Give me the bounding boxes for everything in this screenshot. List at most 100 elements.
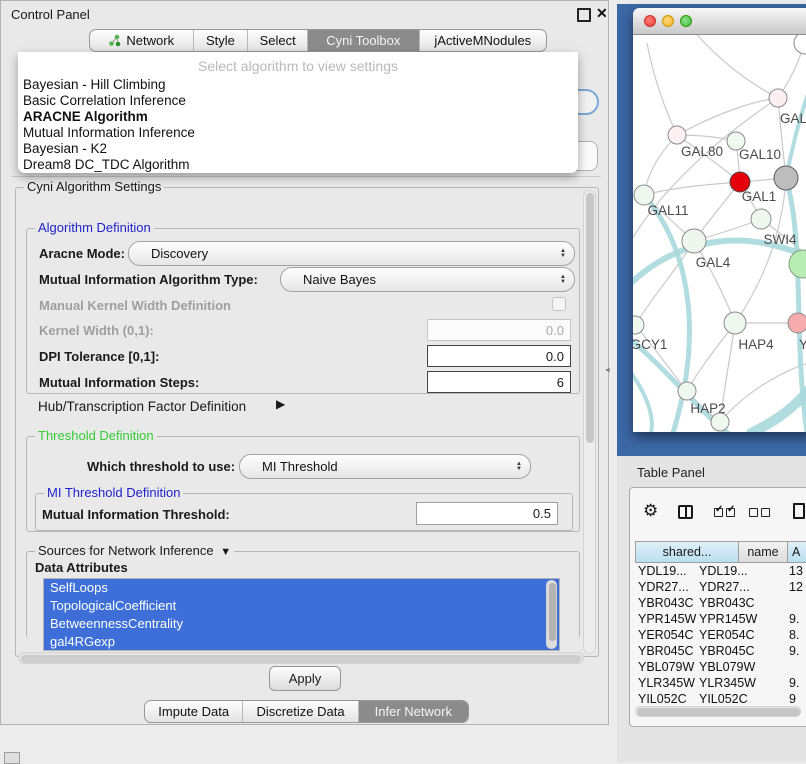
deselect-all-icon[interactable] [749,508,758,517]
sources-title[interactable]: Sources for Network Inference ▼ [35,543,234,558]
mi-type-combo[interactable]: Naive Bayes ▲▼ [280,267,575,292]
table-columns-icon[interactable] [678,505,693,519]
attributes-scrollbar-thumb[interactable] [549,583,556,641]
cyni-algorithm-settings-group: Cyni Algorithm Settings Algorithm Defini… [15,187,599,657]
close-window-icon[interactable]: ✕ [596,5,608,22]
data-attribute-item[interactable]: gal4RGexp [44,633,559,651]
network-window-titlebar[interactable] [633,8,806,35]
screen: { "colors": { "selection_blue": "#3e6fd8… [0,0,806,762]
select-all-icon-2[interactable]: ✓ [726,508,735,517]
which-threshold-combo[interactable]: MI Threshold ▲▼ [239,454,531,479]
network-node[interactable] [789,250,806,278]
algorithm-popup-item[interactable]: ARACNE Algorithm [18,109,578,125]
network-node[interactable] [794,35,806,54]
network-node-gal4[interactable] [682,229,706,253]
network-node-label: GAL80 [681,144,723,159]
table-cell: YLR345W [699,675,756,691]
mi-threshold-group-title: MI Threshold Definition [44,485,183,500]
attributes-vertical-scrollbar[interactable] [546,580,557,649]
settings-vertical-scrollbar[interactable] [583,190,596,654]
table-row[interactable]: YPR145WYPR145W9. [635,611,806,627]
data-attribute-item[interactable]: TopologicalCoefficient [44,597,559,615]
network-node-label: SWI4 [763,232,796,247]
deselect-all-icon-2[interactable] [761,508,770,517]
settings-vertical-scrollbar-thumb[interactable] [586,193,594,443]
network-view-window[interactable]: GALGAL80GAL10GAL1GAL11SWI4GAL4GCY1HAP4YH… [633,8,806,432]
table-row[interactable]: YBR045CYBR045C9. [635,643,806,659]
network-node-hap2[interactable] [678,382,696,400]
table-cell: YBL079W [699,659,755,675]
minimized-panel-icon[interactable] [4,752,20,764]
table-horizontal-scrollbar-thumb[interactable] [637,708,800,716]
mi-threshold-field[interactable]: 0.5 [416,502,558,525]
table-cell: YPR145W [699,611,757,627]
settings-horizontal-scrollbar[interactable] [18,652,584,664]
combo-stepper-icon: ▲▼ [552,268,574,291]
network-node[interactable] [774,166,798,190]
table-horizontal-scrollbar[interactable] [635,706,801,717]
algorithm-popup-item[interactable]: Basic Correlation Inference [18,93,578,109]
tab-jactivemnodules[interactable]: jActiveMNodules [420,30,546,51]
algorithm-popup-item[interactable]: Mutual Information Inference [18,125,578,141]
tab-impute-data[interactable]: Impute Data [145,701,243,722]
zoom-traffic-light[interactable] [680,15,692,27]
aracne-mode-combo[interactable]: Discovery ▲▼ [128,241,575,266]
table-row[interactable]: YBL079WYBL079W [635,659,806,675]
network-node-gal80[interactable] [668,126,686,144]
column-header-shared[interactable]: shared... [635,541,739,563]
network-tab-icon [108,34,121,47]
apply-button[interactable]: Apply [269,666,341,691]
hub-expand-icon[interactable]: ▶ [276,397,285,411]
algorithm-popup-item[interactable]: Dream8 DC_TDC Algorithm [18,157,578,173]
tab-select[interactable]: Select [248,30,308,51]
table-row[interactable]: YLR345WYLR345W9. [635,675,806,691]
tab-infer-network[interactable]: Infer Network [359,701,468,722]
table-row[interactable]: YBR043CYBR043C [635,595,806,611]
float-window-icon[interactable] [577,8,591,22]
panel-splitter-collapse-icon[interactable]: ◄ [604,367,611,374]
which-threshold-value: MI Threshold [240,459,508,474]
tab-cyni-toolbox[interactable]: Cyni Toolbox [308,30,420,51]
network-node-swi4[interactable] [751,209,771,229]
table-row[interactable]: YDR27...YDR27...12 [635,579,806,595]
network-node-label: GAL [780,111,806,126]
column-header-third[interactable]: A [787,541,806,563]
tab-infer-network-label: Infer Network [375,704,452,719]
minimize-traffic-light[interactable] [662,15,674,27]
settings-horizontal-scrollbar-thumb[interactable] [21,655,581,663]
network-node-gal11[interactable] [634,185,654,205]
table-row[interactable]: YIL052CYIL052C9 [635,691,806,707]
cyni-algorithm-settings-title: Cyni Algorithm Settings [24,179,164,194]
data-attribute-item[interactable]: SelfLoops [44,579,559,597]
network-node-gal[interactable] [769,89,787,107]
table-settings-gear-icon[interactable]: ⚙ [643,501,658,521]
network-node-gcy1[interactable] [633,316,644,334]
network-node[interactable] [711,413,729,431]
sources-collapse-icon[interactable]: ▼ [217,546,231,558]
hub-definition-label[interactable]: Hub/Transcription Factor Definition [38,399,246,414]
network-canvas[interactable]: GALGAL80GAL10GAL1GAL11SWI4GAL4GCY1HAP4YH… [633,35,806,432]
table-cell: YIL052C [699,691,748,707]
algorithm-popup-item[interactable]: Bayesian - Hill Climbing [18,77,578,93]
network-node-y[interactable] [788,313,806,333]
tab-discretize-data[interactable]: Discretize Data [243,701,358,722]
table-row[interactable]: YDL19...YDL19...13 [635,563,806,579]
manual-kernel-checkbox[interactable] [552,297,566,311]
tab-style[interactable]: Style [194,30,249,51]
select-all-icon[interactable]: ✓ [714,508,723,517]
algorithm-popup-item[interactable]: Bayesian - K2 [18,141,578,157]
mi-steps-field[interactable]: 6 [427,371,571,393]
dpi-tolerance-field[interactable]: 0.0 [427,345,571,367]
data-attribute-item[interactable]: BetweennessCentrality [44,615,559,633]
column-header-name[interactable]: name [738,541,788,563]
network-node-label: GAL4 [696,255,731,270]
network-node-hap4[interactable] [724,312,746,334]
table-row[interactable]: YER054CYER054C8. [635,627,806,643]
close-traffic-light[interactable] [644,15,656,27]
table-cell: YDR27... [638,579,689,595]
new-table-icon[interactable] [793,503,805,519]
algorithm-definition-group: Algorithm Definition Aracne Mode: Discov… [26,228,580,394]
tab-network[interactable]: Network [90,30,194,51]
panel-divider [11,176,601,177]
kernel-width-field[interactable]: 0.0 [427,319,571,341]
